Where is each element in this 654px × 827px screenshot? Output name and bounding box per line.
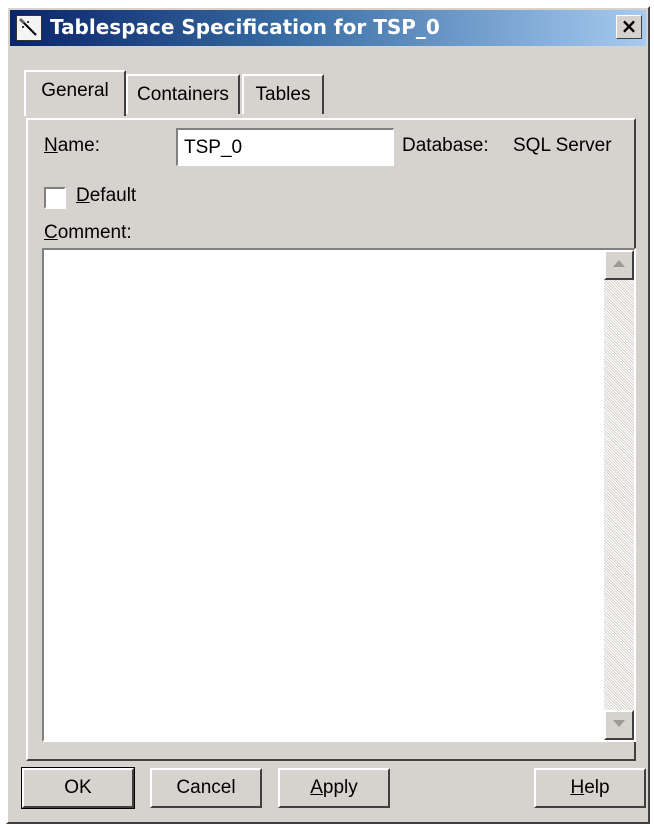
tablespace-dialog: Tablespace Specification for TSP_0 × Gen… bbox=[6, 6, 650, 824]
scroll-up-button[interactable] bbox=[604, 250, 634, 280]
name-input[interactable] bbox=[176, 128, 394, 166]
comment-label: Comment: bbox=[44, 222, 132, 243]
apply-button[interactable]: Apply bbox=[278, 768, 390, 808]
tool-wand-icon bbox=[16, 15, 42, 41]
database-value: SQL Server bbox=[513, 135, 612, 156]
tab-tables[interactable]: Tables bbox=[242, 74, 324, 114]
default-label[interactable]: Default bbox=[76, 185, 136, 207]
comment-textarea[interactable] bbox=[42, 248, 636, 742]
close-icon: × bbox=[620, 14, 638, 38]
arrow-up-icon bbox=[613, 260, 625, 267]
tab-tables-label: Tables bbox=[255, 84, 311, 105]
arrow-down-icon bbox=[613, 720, 625, 727]
database-label: Database: bbox=[402, 135, 489, 156]
scroll-down-button[interactable] bbox=[604, 710, 634, 740]
window-title: Tablespace Specification for TSP_0 bbox=[50, 15, 440, 39]
tab-general[interactable]: General bbox=[24, 70, 126, 116]
tab-general-label: General bbox=[41, 80, 109, 101]
comment-scrollbar[interactable] bbox=[604, 250, 634, 740]
cancel-button[interactable]: Cancel bbox=[150, 768, 262, 808]
default-checkbox[interactable] bbox=[44, 187, 66, 209]
help-button[interactable]: Help bbox=[534, 768, 646, 808]
title-bar[interactable]: Tablespace Specification for TSP_0 × bbox=[10, 10, 646, 46]
name-label: Name: bbox=[44, 135, 100, 156]
close-button[interactable]: × bbox=[616, 15, 642, 39]
tab-containers-label: Containers bbox=[137, 84, 229, 105]
tab-containers[interactable]: Containers bbox=[126, 74, 240, 114]
ok-button[interactable]: OK bbox=[21, 767, 135, 809]
